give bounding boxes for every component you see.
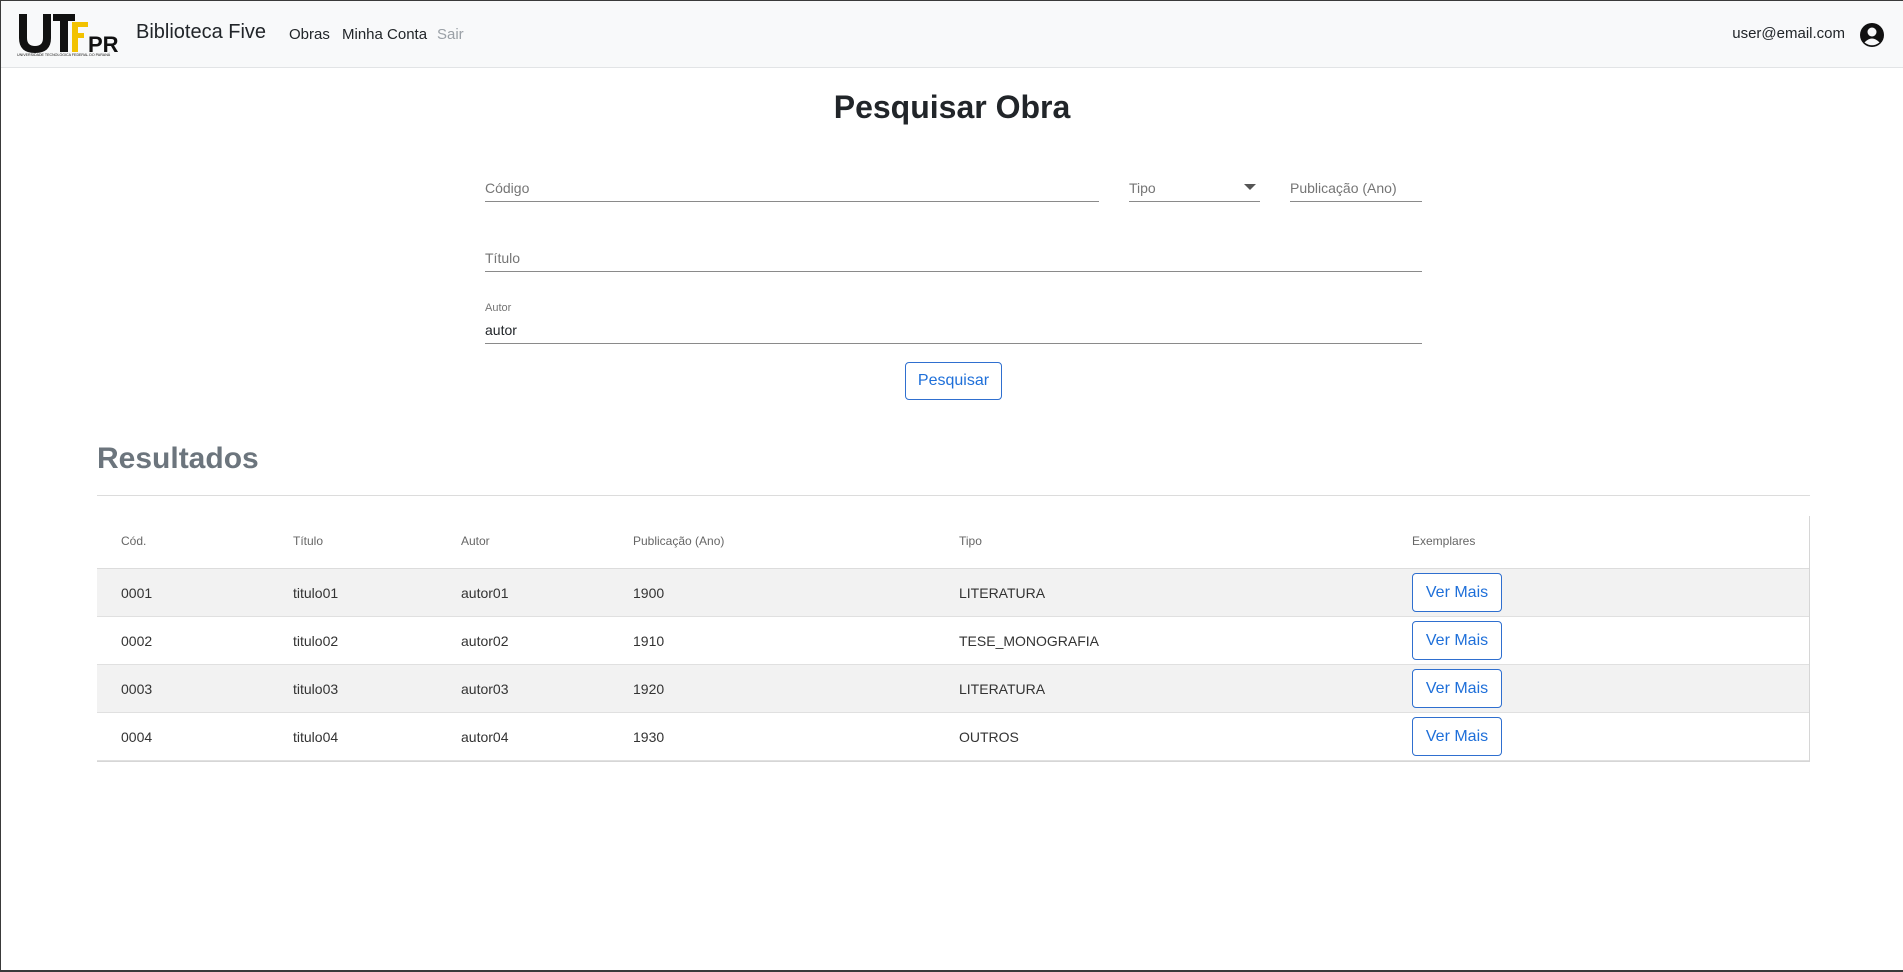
- cell-autor: autor04: [461, 729, 509, 745]
- col-header-tipo: Tipo: [959, 534, 982, 548]
- page-title: Pesquisar Obra: [833, 89, 1071, 125]
- cell-ano: 1900: [633, 585, 665, 601]
- cell-titulo: titulo04: [293, 729, 339, 745]
- col-header-autor: Autor: [461, 534, 490, 548]
- table-row: 0001 titulo01 autor01 1900 LITERATURA Ve…: [97, 569, 1809, 617]
- cell-ano: 1920: [633, 681, 665, 697]
- publicacao-field[interactable]: Publicação (Ano): [1290, 176, 1422, 202]
- user-email: user@email.com: [1732, 25, 1845, 42]
- autor-value: autor: [485, 322, 517, 338]
- tipo-select[interactable]: Tipo: [1129, 176, 1260, 202]
- ver-mais-button[interactable]: Ver Mais: [1412, 621, 1502, 660]
- col-header-titulo: Título: [293, 534, 324, 548]
- cell-ano: 1930: [633, 729, 665, 745]
- titulo-placeholder: Título: [485, 250, 521, 266]
- cell-titulo: titulo02: [293, 633, 339, 649]
- cell-ano: 1910: [633, 633, 665, 649]
- cell-titulo: titulo01: [293, 585, 339, 601]
- cell-cod: 0004: [121, 729, 153, 745]
- brand-title[interactable]: Biblioteca Five: [136, 21, 266, 44]
- autor-label: Autor: [485, 302, 512, 314]
- results-title: Resultados: [97, 442, 259, 475]
- autor-field[interactable]: Autor autor: [485, 302, 1422, 344]
- table-row: 0002 titulo02 autor02 1910 TESE_MONOGRAF…: [97, 617, 1809, 665]
- cell-autor: autor03: [461, 681, 509, 697]
- user-circle-icon[interactable]: [1859, 22, 1885, 48]
- results-table: Cód. Título Autor Publicação (Ano) Tipo …: [97, 516, 1810, 762]
- results-divider: [97, 495, 1810, 496]
- cell-tipo: TESE_MONOGRAFIA: [959, 633, 1100, 649]
- cell-cod: 0002: [121, 633, 153, 649]
- table-row: 0004 titulo04 autor04 1930 OUTROS Ver Ma…: [97, 713, 1809, 761]
- publicacao-placeholder: Publicação (Ano): [1290, 180, 1397, 196]
- nav-link-minha-conta[interactable]: Minha Conta: [342, 26, 427, 43]
- ver-mais-button[interactable]: Ver Mais: [1412, 717, 1502, 756]
- pesquisar-button[interactable]: Pesquisar: [905, 362, 1002, 400]
- navbar: PR UNIVERSIDADE TECNOLÓGICA FEDERAL DO P…: [1, 1, 1903, 68]
- col-header-exemplares: Exemplares: [1412, 534, 1476, 548]
- cell-autor: autor01: [461, 585, 509, 601]
- cell-titulo: titulo03: [293, 681, 339, 697]
- tipo-placeholder: Tipo: [1129, 180, 1156, 196]
- ver-mais-button[interactable]: Ver Mais: [1412, 669, 1502, 708]
- col-header-publicacao: Publicação (Ano): [633, 534, 725, 548]
- cell-tipo: LITERATURA: [959, 585, 1046, 601]
- cell-tipo: LITERATURA: [959, 681, 1046, 697]
- table-row: 0003 titulo03 autor03 1920 LITERATURA Ve…: [97, 665, 1809, 713]
- codigo-placeholder: Código: [485, 180, 530, 196]
- cell-cod: 0001: [121, 585, 153, 601]
- nav-link-obras[interactable]: Obras: [289, 26, 330, 43]
- cell-autor: autor02: [461, 633, 509, 649]
- codigo-field[interactable]: Código: [485, 176, 1099, 202]
- ver-mais-button[interactable]: Ver Mais: [1412, 573, 1502, 612]
- col-header-cod: Cód.: [121, 534, 147, 548]
- cell-cod: 0003: [121, 681, 153, 697]
- utfpr-logo[interactable]: PR UNIVERSIDADE TECNOLÓGICA FEDERAL DO P…: [17, 12, 127, 57]
- nav-link-sair[interactable]: Sair: [437, 26, 464, 43]
- titulo-field[interactable]: Título: [485, 246, 1422, 272]
- table-header: Cód. Título Autor Publicação (Ano) Tipo …: [97, 516, 1809, 569]
- svg-text:UNIVERSIDADE TECNOLÓGICA FEDER: UNIVERSIDADE TECNOLÓGICA FEDERAL DO PARA…: [17, 52, 111, 57]
- chevron-down-icon: [1244, 184, 1256, 190]
- cell-tipo: OUTROS: [959, 729, 1019, 745]
